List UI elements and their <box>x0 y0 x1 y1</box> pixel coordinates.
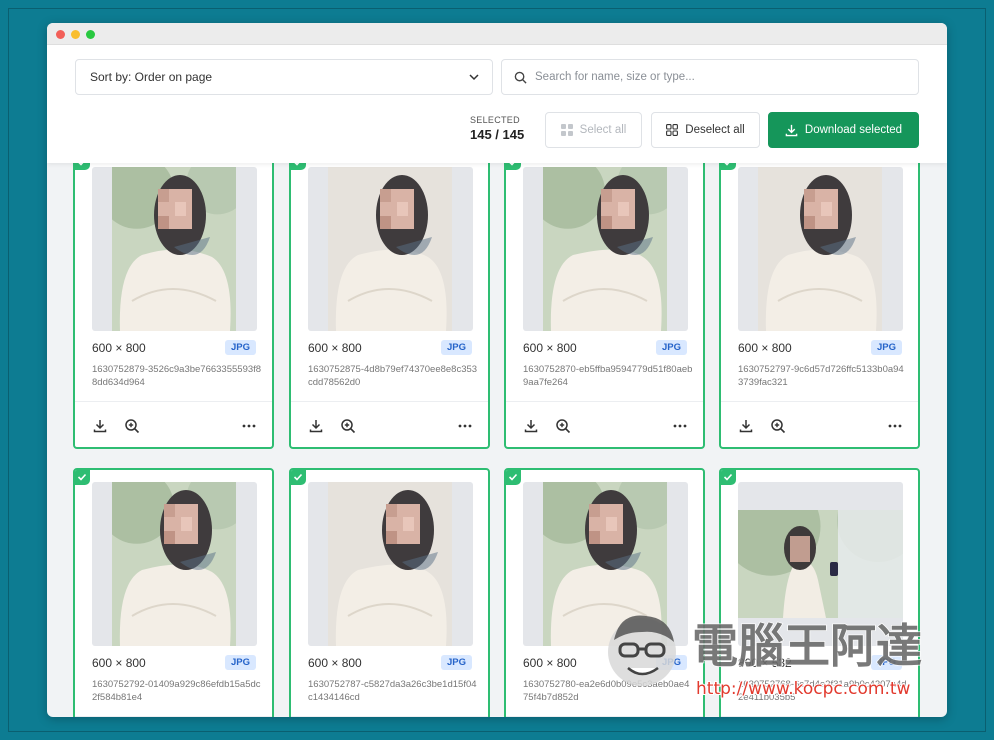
more-icon[interactable] <box>457 418 473 434</box>
download-selected-label: Download selected <box>804 124 903 136</box>
file-name: 1630752870-eb5ffba9594779d51f80aeb9aa7fe… <box>523 364 693 388</box>
minimize-window-button[interactable] <box>71 30 80 39</box>
card-actions <box>721 401 918 447</box>
card-actions <box>721 716 918 717</box>
file-type-badge: JPG <box>440 340 472 355</box>
grid-icon <box>560 124 573 136</box>
photo <box>112 167 236 331</box>
sort-select-label: Sort by: Order on page <box>90 70 213 84</box>
image-thumbnail[interactable] <box>308 167 473 331</box>
selected-check[interactable] <box>291 470 306 485</box>
download-icon[interactable] <box>738 418 754 434</box>
sort-select[interactable]: Sort by: Order on page <box>75 59 493 95</box>
title-bar <box>47 23 947 45</box>
toolbar-header: Sort by: Order on page SELECTED 145 / 14… <box>47 45 947 163</box>
check-icon <box>293 473 303 481</box>
photo <box>328 482 452 646</box>
photo <box>112 482 236 646</box>
image-thumbnail[interactable] <box>92 167 257 331</box>
selected-check[interactable] <box>721 470 736 485</box>
card-actions <box>291 401 488 447</box>
image-dimensions: 600 × 800 <box>308 656 362 670</box>
zoom-in-icon[interactable] <box>770 418 786 434</box>
card-actions <box>506 401 703 447</box>
image-dimensions: 600 × 800 <box>92 341 146 355</box>
photo <box>328 167 452 331</box>
image-thumbnail[interactable] <box>738 167 903 331</box>
more-icon[interactable] <box>241 418 257 434</box>
download-icon[interactable] <box>523 418 539 434</box>
check-icon <box>508 473 518 481</box>
file-name: 1630752875-4d8b79ef74370ee8e8c353cdd7856… <box>308 364 478 388</box>
image-dimensions: 600 × 800 <box>92 656 146 670</box>
maximize-window-button[interactable] <box>86 30 95 39</box>
select-all-label: Select all <box>579 124 627 136</box>
image-card[interactable]: 600 × 800 JPG 1630752787-c5827da3a26c3be1d… <box>289 468 490 717</box>
download-selected-button[interactable]: Download selected <box>768 112 919 148</box>
image-dimensions: 600 × 800 <box>738 341 792 355</box>
card-actions <box>291 716 488 717</box>
download-icon[interactable] <box>92 418 108 434</box>
deselect-all-label: Deselect all <box>685 124 745 136</box>
file-name: 1630752792-01409a929c86efdb15a5dc2f584b8… <box>92 679 261 703</box>
search-icon <box>514 71 527 84</box>
file-type-badge: JPG <box>224 340 256 355</box>
file-name: 1630752797-9c6d57d726ffc5133b0a943739fac… <box>738 364 904 388</box>
more-icon[interactable] <box>887 418 903 434</box>
image-thumbnail[interactable] <box>308 482 473 646</box>
photo <box>543 167 667 331</box>
selected-check[interactable] <box>506 470 521 485</box>
card-actions <box>75 401 272 447</box>
image-card[interactable]: 600 × 800 JPG 1630752879-3526c9a3be7663355… <box>73 153 274 449</box>
check-icon <box>723 473 733 481</box>
download-icon <box>785 124 798 136</box>
image-dimensions: 600 × 800 <box>308 341 362 355</box>
deselect-all-button[interactable]: Deselect all <box>651 112 760 148</box>
file-type-badge: JPG <box>440 655 472 670</box>
watermark-url: http://www.kocpc.com.tw <box>696 679 911 699</box>
image-card[interactable]: 600 × 800 JPG 1630752870-eb5ffba9594779d51… <box>504 153 705 449</box>
grid-outline-icon <box>666 124 679 136</box>
more-icon[interactable] <box>672 418 688 434</box>
search-box[interactable] <box>501 59 919 95</box>
file-type-badge: JPG <box>224 655 256 670</box>
selected-check[interactable] <box>75 470 90 485</box>
selected-counter: SELECTED 145 / 145 <box>470 115 524 142</box>
photo <box>758 167 882 331</box>
chevron-down-icon <box>469 74 479 81</box>
image-thumbnail[interactable] <box>92 482 257 646</box>
selected-label: SELECTED <box>470 115 520 125</box>
site-watermark: 電腦王阿達 http://www.kocpc.com.tw <box>608 615 923 700</box>
file-name: 1630752787-c5827da3a26c3be1d15f04c143414… <box>308 679 477 703</box>
watermark-text: 電腦王阿達 <box>692 619 922 673</box>
file-type-badge: JPG <box>655 340 687 355</box>
search-input[interactable] <box>535 71 895 83</box>
selected-value: 145 / 145 <box>470 127 525 142</box>
card-actions <box>506 716 703 717</box>
zoom-in-icon[interactable] <box>555 418 571 434</box>
image-card[interactable]: 600 × 800 JPG 1630752797-9c6d57d726ffc5133… <box>719 153 920 449</box>
card-actions <box>75 716 272 717</box>
image-dimensions: 600 × 800 <box>523 656 577 670</box>
select-all-button[interactable]: Select all <box>545 112 642 148</box>
image-thumbnail[interactable] <box>523 167 688 331</box>
check-icon <box>77 473 87 481</box>
image-card[interactable]: 600 × 800 JPG 1630752792-01409a929c86efdb1… <box>73 468 274 717</box>
close-window-button[interactable] <box>56 30 65 39</box>
file-name: 1630752879-3526c9a3be7663355593f88dd634d… <box>92 364 262 388</box>
zoom-in-icon[interactable] <box>124 418 140 434</box>
image-card[interactable]: 600 × 800 JPG 1630752875-4d8b79ef74370ee8e… <box>289 153 490 449</box>
zoom-in-icon[interactable] <box>340 418 356 434</box>
mascot-icon <box>608 615 676 686</box>
download-icon[interactable] <box>308 418 324 434</box>
image-dimensions: 600 × 800 <box>523 341 577 355</box>
file-type-badge: JPG <box>870 340 902 355</box>
